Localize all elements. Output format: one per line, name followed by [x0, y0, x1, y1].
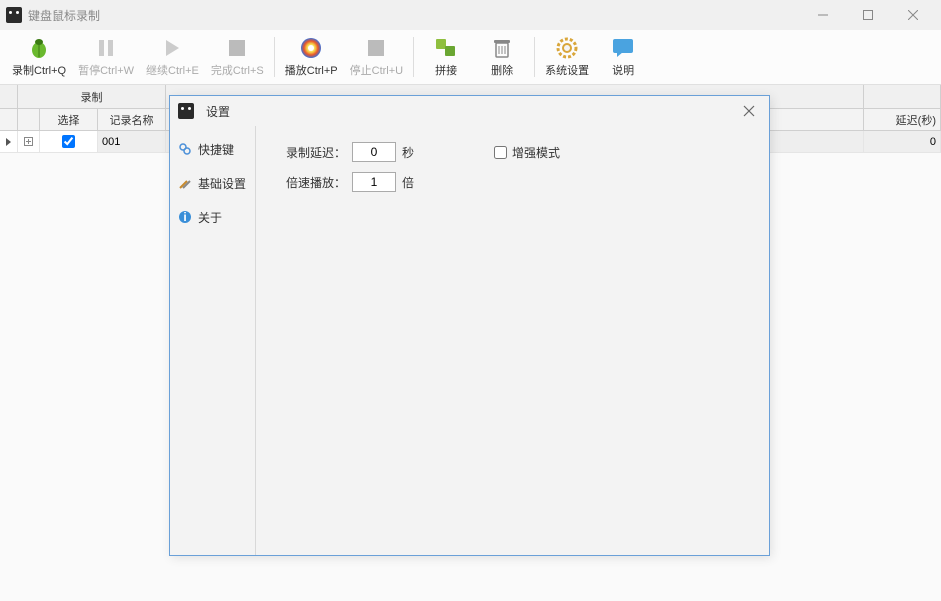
dialog-app-icon [178, 103, 194, 119]
play-button[interactable]: 播放Ctrl+P [279, 32, 344, 82]
row-name[interactable]: 001 [98, 131, 166, 152]
window-title: 键盘鼠标录制 [28, 7, 800, 24]
record-delay-label: 录制延迟： [276, 144, 346, 161]
link-icon [178, 142, 192, 156]
record-label: 录制Ctrl+Q [12, 62, 66, 78]
record-button[interactable]: 录制Ctrl+Q [6, 32, 72, 82]
sidebar-item-about[interactable]: i 关于 [170, 200, 255, 234]
delete-button[interactable]: 删除 [474, 32, 530, 82]
col-name[interactable]: 记录名称 [98, 109, 166, 130]
speed-label: 倍速播放： [276, 174, 346, 191]
main-toolbar: 录制Ctrl+Q 暂停Ctrl+W 继续Ctrl+E 完成Ctrl+S 播放Ct… [0, 30, 941, 85]
window-titlebar: 键盘鼠标录制 [0, 0, 941, 30]
toolbar-separator-2 [413, 37, 414, 77]
row-checkbox[interactable] [62, 135, 75, 148]
row-indicator [0, 131, 18, 152]
row-delay[interactable]: 0 [864, 131, 941, 152]
record-delay-unit: 秒 [402, 144, 414, 161]
settings-label: 系统设置 [545, 62, 589, 78]
finish-button[interactable]: 完成Ctrl+S [205, 32, 270, 82]
sidebar-basic-label: 基础设置 [198, 175, 246, 192]
delete-label: 删除 [491, 62, 513, 78]
pause-button[interactable]: 暂停Ctrl+W [72, 32, 140, 82]
svg-text:i: i [183, 210, 186, 224]
help-button[interactable]: 说明 [595, 32, 651, 82]
stop-button[interactable]: 停止Ctrl+U [344, 32, 409, 82]
disc-icon [299, 36, 323, 60]
stop2-icon [364, 36, 388, 60]
speech-icon [611, 36, 635, 60]
speed-input[interactable] [352, 172, 396, 192]
dialog-content: 录制延迟： 秒 增强模式 倍速播放： 倍 [256, 126, 769, 555]
close-button[interactable] [890, 0, 935, 30]
app-icon [6, 7, 22, 23]
join-icon [434, 36, 458, 60]
minimize-button[interactable] [800, 0, 845, 30]
speed-unit: 倍 [402, 174, 414, 191]
settings-button[interactable]: 系统设置 [539, 32, 595, 82]
dialog-title: 设置 [206, 103, 737, 120]
enhanced-checkbox[interactable] [494, 146, 507, 159]
help-label: 说明 [612, 62, 634, 78]
gear-icon [555, 36, 579, 60]
settings-dialog: 设置 快捷键 基础设置 i 关于 [169, 95, 770, 556]
trash-icon [490, 36, 514, 60]
sidebar-item-basic[interactable]: 基础设置 [170, 166, 255, 200]
group-header-label: 录制 [18, 85, 166, 108]
pause-label: 暂停Ctrl+W [78, 62, 134, 78]
play-icon [160, 36, 184, 60]
dialog-sidebar: 快捷键 基础设置 i 关于 [170, 126, 256, 555]
window-controls [800, 0, 935, 30]
finish-label: 完成Ctrl+S [211, 62, 264, 78]
play-label: 播放Ctrl+P [285, 62, 338, 78]
resume-label: 继续Ctrl+E [146, 62, 199, 78]
col-select[interactable]: 选择 [40, 109, 98, 130]
toolbar-separator-3 [534, 37, 535, 77]
sidebar-about-label: 关于 [198, 209, 222, 226]
stop-icon [225, 36, 249, 60]
maximize-button[interactable] [845, 0, 890, 30]
sidebar-item-hotkey[interactable]: 快捷键 [170, 132, 255, 166]
dialog-close-button[interactable] [737, 99, 761, 123]
sidebar-hotkey-label: 快捷键 [198, 141, 234, 158]
bug-icon [27, 36, 51, 60]
join-label: 拼接 [435, 62, 457, 78]
dialog-titlebar[interactable]: 设置 [170, 96, 769, 126]
resume-button[interactable]: 继续Ctrl+E [140, 32, 205, 82]
stop-label: 停止Ctrl+U [350, 62, 403, 78]
join-button[interactable]: 拼接 [418, 32, 474, 82]
record-delay-input[interactable] [352, 142, 396, 162]
tools-icon [178, 176, 192, 190]
row-select[interactable] [40, 131, 98, 152]
info-icon: i [178, 210, 192, 224]
col-delay[interactable]: 延迟(秒) [864, 109, 941, 130]
toolbar-separator [274, 37, 275, 77]
enhanced-label[interactable]: 增强模式 [512, 144, 560, 161]
pause-icon [94, 36, 118, 60]
expand-toggle[interactable] [18, 131, 40, 152]
